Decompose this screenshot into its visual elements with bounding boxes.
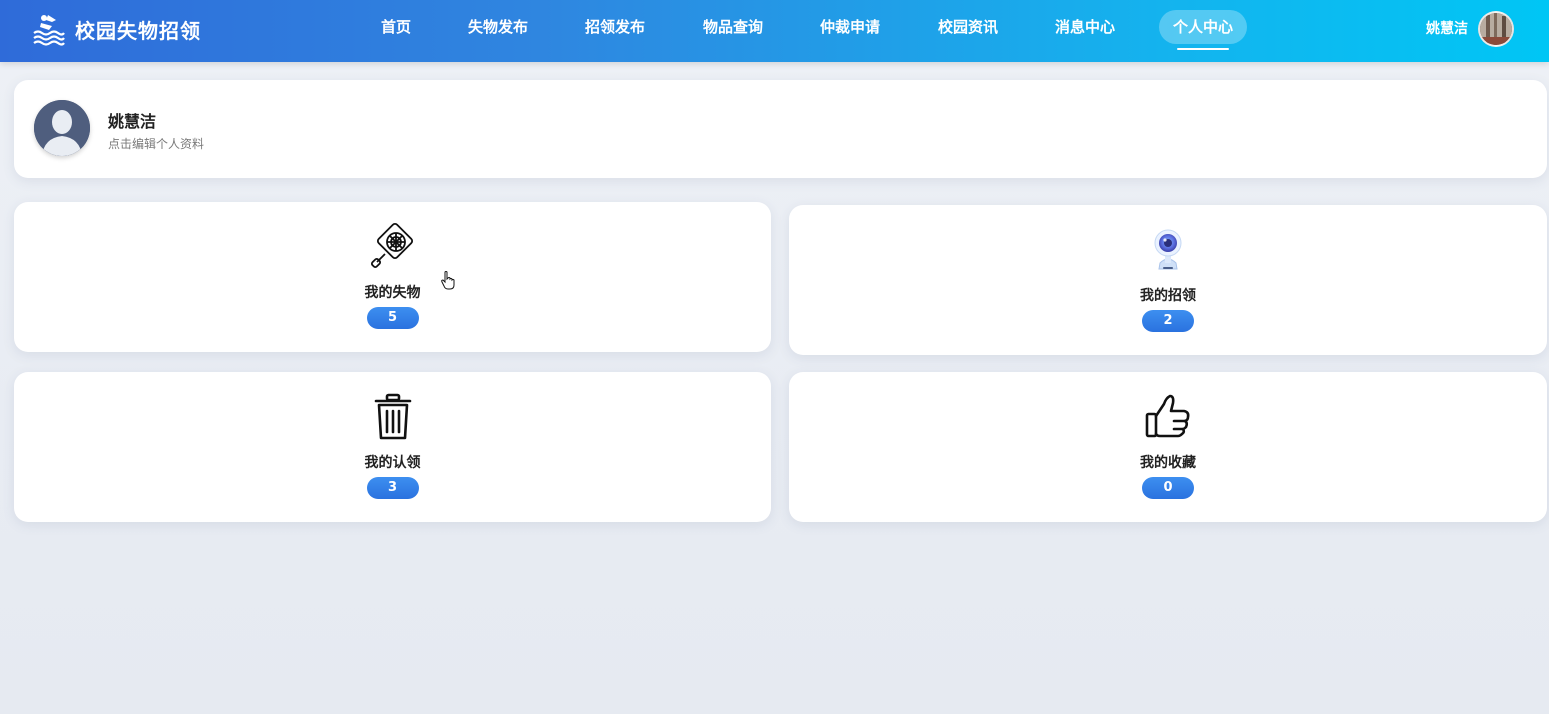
stat-card-my-lost[interactable]: 我的失物 5 [14, 202, 771, 352]
stat-label: 我的招领 [1140, 288, 1196, 304]
stat-label: 我的失物 [364, 285, 421, 301]
nav-message-center[interactable]: 消息中心 [1049, 10, 1121, 44]
nav-arbitration[interactable]: 仲裁申请 [814, 10, 886, 44]
brand[interactable]: 校园失物招领 [32, 10, 201, 48]
nav-home[interactable]: 首页 [366, 10, 426, 44]
lost-item-icon [370, 222, 413, 269]
profile-card[interactable]: 姚慧洁 点击编辑个人资料 [14, 80, 1547, 178]
profile-avatar[interactable] [34, 100, 90, 156]
stat-card-my-favorites[interactable]: 我的收藏 0 [789, 372, 1547, 522]
stat-label: 我的认领 [364, 455, 421, 471]
nav-personal-center[interactable]: 个人中心 [1159, 10, 1247, 50]
nav-campus-news[interactable]: 校园资讯 [932, 10, 1004, 44]
profile-name: 姚慧洁 [108, 112, 157, 131]
stat-card-my-found[interactable]: 我的招领 2 [789, 205, 1547, 355]
stat-count-badge: 5 [366, 307, 419, 329]
swimmer-logo-icon [33, 15, 65, 46]
hand-cursor-icon [441, 271, 455, 290]
header-user-name[interactable]: 姚慧洁 [1426, 18, 1468, 38]
brand-title: 校园失物招领 [75, 18, 201, 43]
stat-count-badge: 2 [1142, 310, 1194, 332]
trash-icon [374, 393, 411, 440]
nav-lost-post[interactable]: 失物发布 [462, 10, 534, 44]
top-navigation-bar: 校园失物招领 首页 失物发布 招领发布 物品查询 仲裁申请 校园资讯 消息中心 … [0, 0, 1549, 62]
avatar-photo-icon [1480, 13, 1512, 45]
thumbs-up-icon [1145, 394, 1190, 438]
default-user-icon [34, 100, 90, 156]
stat-count-badge: 3 [366, 477, 419, 499]
nav-found-post[interactable]: 招领发布 [579, 10, 651, 44]
edit-profile-hint[interactable]: 点击编辑个人资料 [108, 135, 204, 152]
camera-icon [1154, 229, 1182, 270]
nav-item-search[interactable]: 物品查询 [697, 10, 769, 44]
stat-count-badge: 0 [1142, 477, 1194, 499]
header-avatar[interactable] [1478, 11, 1514, 47]
stat-label: 我的收藏 [1140, 455, 1196, 471]
stat-card-my-claims[interactable]: 我的认领 3 [14, 372, 771, 522]
